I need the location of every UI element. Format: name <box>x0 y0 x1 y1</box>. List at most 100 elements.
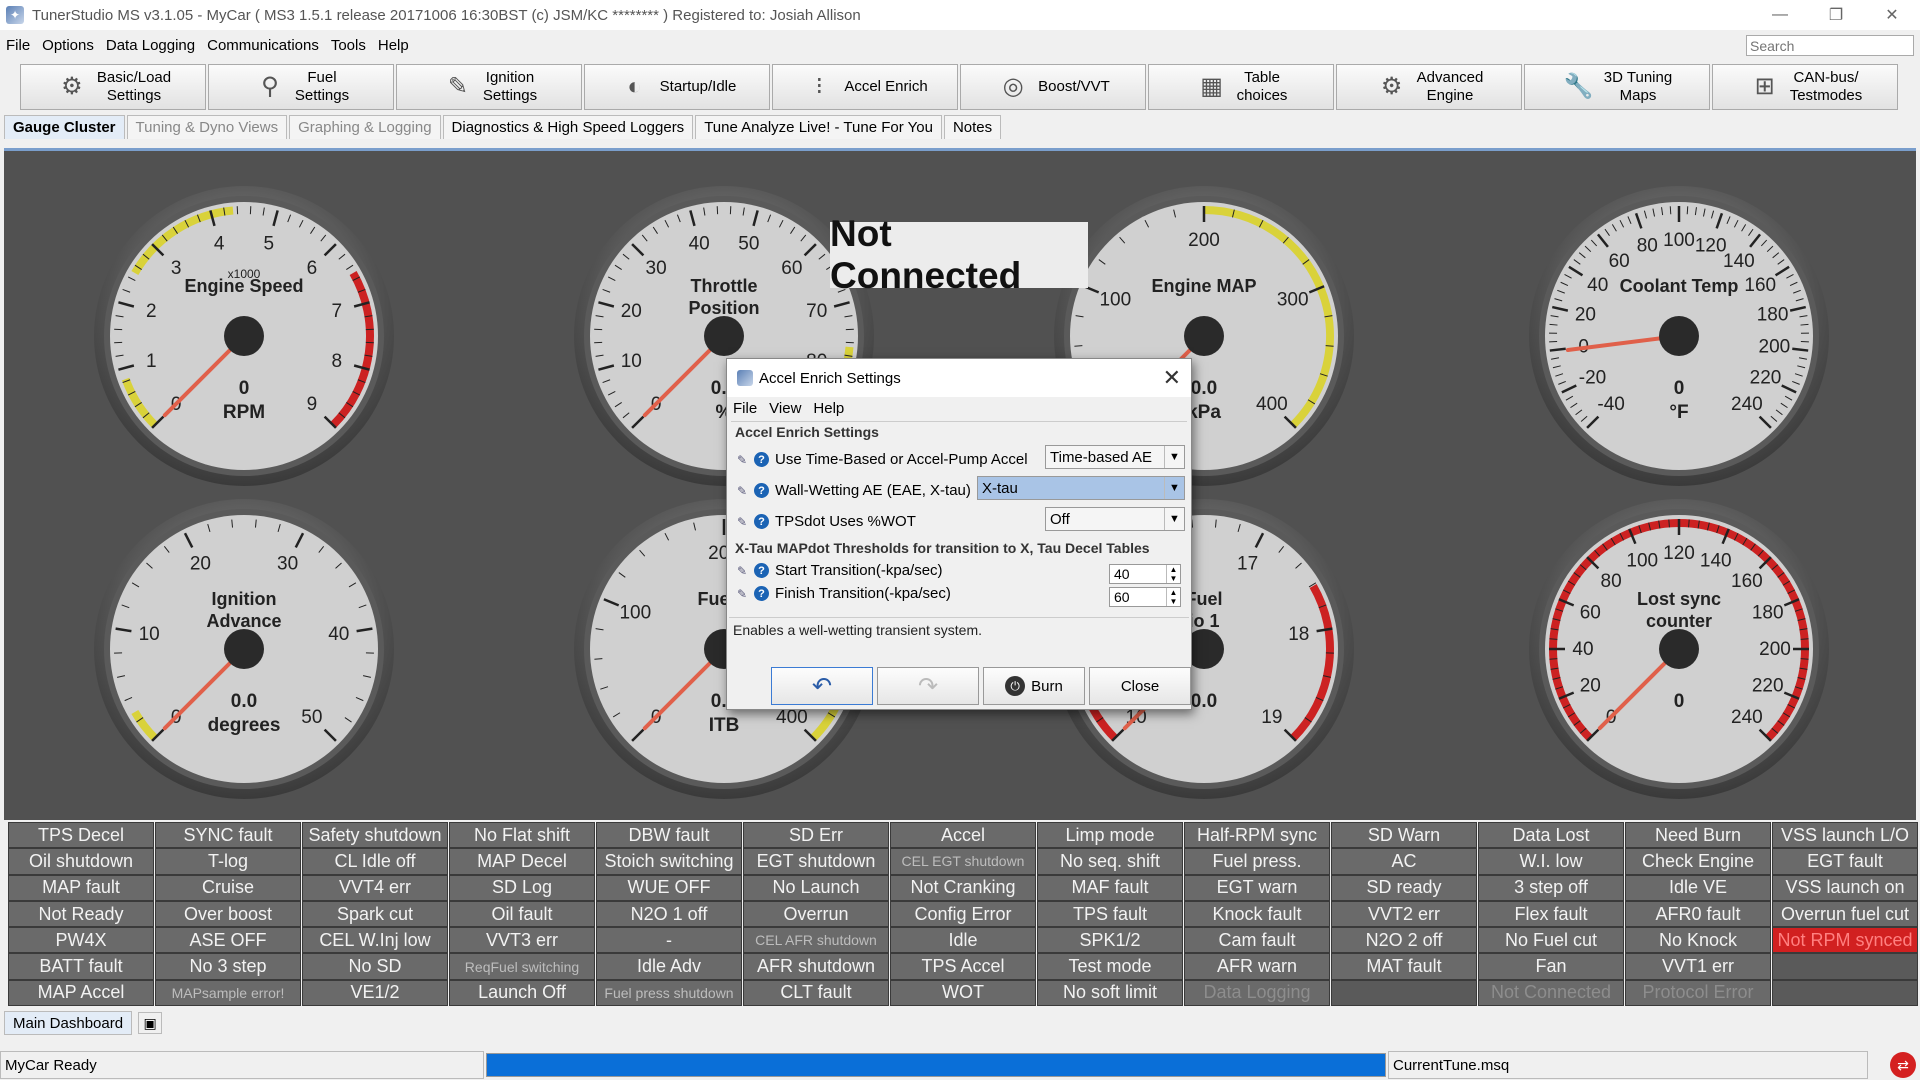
select-value: X-tau <box>982 479 1018 497</box>
close-button[interactable]: Close <box>1089 667 1191 705</box>
gauge-tick-label: -20 <box>1579 368 1606 389</box>
gauge-tick-label: 160 <box>1744 275 1776 296</box>
toolbar-label-line2: Maps <box>1619 87 1657 104</box>
gauge-tick <box>1688 519 1690 528</box>
indicator: No soft limit <box>1037 979 1183 1007</box>
help-icon[interactable]: ? <box>754 514 769 529</box>
toolbar-button-9[interactable]: ⊞ CAN-bus/Testmodes <box>1712 64 1898 110</box>
help-icon[interactable]: ? <box>754 563 769 578</box>
gauge-title: Coolant Temp <box>1620 276 1739 296</box>
gauge-tick-label: 20 <box>1575 305 1596 326</box>
toolbar-button-4[interactable]: ⁝ Accel Enrich <box>772 64 958 110</box>
tab-main-dashboard[interactable]: Main Dashboard <box>4 1011 133 1035</box>
tab-4[interactable]: Tune Analyze Live! - Tune For You <box>695 115 942 139</box>
edit-icon[interactable]: ✎ <box>737 587 751 601</box>
toolbar-button-0[interactable]: ⚙ Basic/Load Settings <box>20 64 206 110</box>
menu-options[interactable]: Options <box>36 37 100 54</box>
spinner-value: 60 <box>1114 589 1130 605</box>
help-icon[interactable]: ? <box>754 483 769 498</box>
redo-icon: ↷ <box>917 672 939 700</box>
indicator: VVT2 err <box>1331 900 1477 928</box>
dialog-close-icon[interactable]: ✕ <box>1163 365 1181 391</box>
tpsdot-select[interactable]: Off ▼ <box>1045 507 1185 531</box>
gauge-tick <box>1668 519 1670 528</box>
gauge-value: 0 <box>1674 378 1685 399</box>
menu-bar: File Options Data Logging Communications… <box>0 31 1920 59</box>
connection-status-icon[interactable]: ⇄ <box>1890 1052 1916 1078</box>
help-icon[interactable]: ? <box>754 452 769 467</box>
menu-help[interactable]: Help <box>372 37 415 54</box>
indicator: Idle Adv <box>596 953 742 980</box>
tab-1[interactable]: Tuning & Dyno Views <box>126 115 288 139</box>
speedometer-icon: ◐ <box>627 73 642 100</box>
tab-5[interactable]: Notes <box>943 115 1002 139</box>
dialog-menu-help[interactable]: Help <box>813 400 844 417</box>
spinner-arrows-icon[interactable]: ▲ ▼ <box>1166 565 1180 583</box>
indicator: PW4X <box>8 927 154 954</box>
finish-transition-spinner[interactable]: 60 ▲ ▼ <box>1109 587 1181 607</box>
accel-mode-select[interactable]: Time-based AE ▼ <box>1045 445 1185 469</box>
gauge-tick-label: 10 <box>139 624 160 645</box>
indicator: WOT <box>890 979 1036 1007</box>
edit-icon[interactable]: ✎ <box>737 515 751 529</box>
help-icon[interactable]: ? <box>754 586 769 601</box>
wall-wetting-select[interactable]: X-tau ▼ <box>977 476 1185 500</box>
gauge-coolant-temp: -40 -20 0 20 4060 80100120140 160 180 200 220 240 C… <box>1519 176 1839 496</box>
indicator: No SD <box>302 953 448 980</box>
toolbar-label: Basic/Load Settings <box>97 69 171 105</box>
gauge-tick-label: 400 <box>1256 394 1288 415</box>
indicator <box>1772 979 1918 1007</box>
gauge-tick-label: 180 <box>1752 602 1784 623</box>
tab-2[interactable]: Graphing & Logging <box>289 115 441 139</box>
undo-button[interactable]: ↶ <box>771 667 873 705</box>
edit-icon[interactable]: ✎ <box>737 564 751 578</box>
start-transition-spinner[interactable]: 40 ▲ ▼ <box>1109 564 1181 584</box>
indicator: MAP Accel <box>8 979 154 1007</box>
toolbar-button-8[interactable]: 🔧 3D Tuning Maps <box>1524 64 1710 110</box>
gauge-tick-label: 60 <box>781 258 802 279</box>
gauge-tick-label: 50 <box>301 707 322 728</box>
restore-icon[interactable]: ❐ <box>1808 0 1864 30</box>
toolbar-button-3[interactable]: ◐ Startup/Idle <box>584 64 770 110</box>
toolbar-button-6[interactable]: ▦ Table choices <box>1148 64 1334 110</box>
edit-icon[interactable]: ✎ <box>737 484 751 498</box>
gauge-unit: kPa <box>1187 402 1221 423</box>
tab-3[interactable]: Diagnostics & High Speed Loggers <box>442 115 694 139</box>
toolbar-button-2[interactable]: ✎ Ignition Settings <box>396 64 582 110</box>
toolbar-button-7[interactable]: ⚙ Advanced Engine <box>1336 64 1522 110</box>
new-dashboard-icon[interactable]: ▣ <box>138 1012 163 1034</box>
edit-icon[interactable]: ✎ <box>737 453 751 467</box>
indicator <box>1331 979 1477 1007</box>
indicator: No Knock <box>1625 927 1771 954</box>
indicator: Limp mode <box>1037 822 1183 849</box>
indicator: BATT fault <box>8 953 154 980</box>
gauge-tick <box>1549 323 1558 326</box>
indicator: MAP fault <box>8 874 154 901</box>
minimize-icon[interactable]: — <box>1752 0 1808 30</box>
gauge-tick-label: 20 <box>1580 676 1601 697</box>
close-icon[interactable]: ✕ <box>1864 0 1920 30</box>
gauge-tick <box>1074 345 1083 347</box>
burn-button[interactable]: ⏻ Burn <box>983 667 1085 705</box>
tab-0[interactable]: Gauge Cluster <box>4 115 125 139</box>
dialog-menu-file[interactable]: File <box>733 400 757 417</box>
menu-tools[interactable]: Tools <box>325 37 372 54</box>
gauge-tick-label: 7 <box>331 301 342 322</box>
indicator: ReqFuel switching <box>449 953 595 980</box>
menu-data-logging[interactable]: Data Logging <box>100 37 201 54</box>
toolbar-button-5[interactable]: ◎ Boost/VVT <box>960 64 1146 110</box>
menu-file[interactable]: File <box>0 37 36 54</box>
menu-communications[interactable]: Communications <box>201 37 325 54</box>
indicator: Fuel press. <box>1184 848 1330 875</box>
accel-icon: ⁝ <box>815 73 824 100</box>
spinner-arrows-icon[interactable]: ▲ ▼ <box>1166 588 1180 606</box>
setting-description: Enables a well-wetting transient system. <box>729 617 1189 657</box>
indicator: Idle <box>890 927 1036 954</box>
indicator: T-log <box>155 848 301 875</box>
dialog-menu-view[interactable]: View <box>769 400 801 417</box>
toolbar-button-1[interactable]: ⚲ Fuel Settings <box>208 64 394 110</box>
redo-button[interactable]: ↷ <box>877 667 979 705</box>
search-input[interactable] <box>1746 35 1914 56</box>
accel-enrich-dialog: Accel Enrich Settings ✕ File View Help A… <box>726 358 1192 710</box>
dialog-titlebar: Accel Enrich Settings ✕ <box>727 359 1191 397</box>
